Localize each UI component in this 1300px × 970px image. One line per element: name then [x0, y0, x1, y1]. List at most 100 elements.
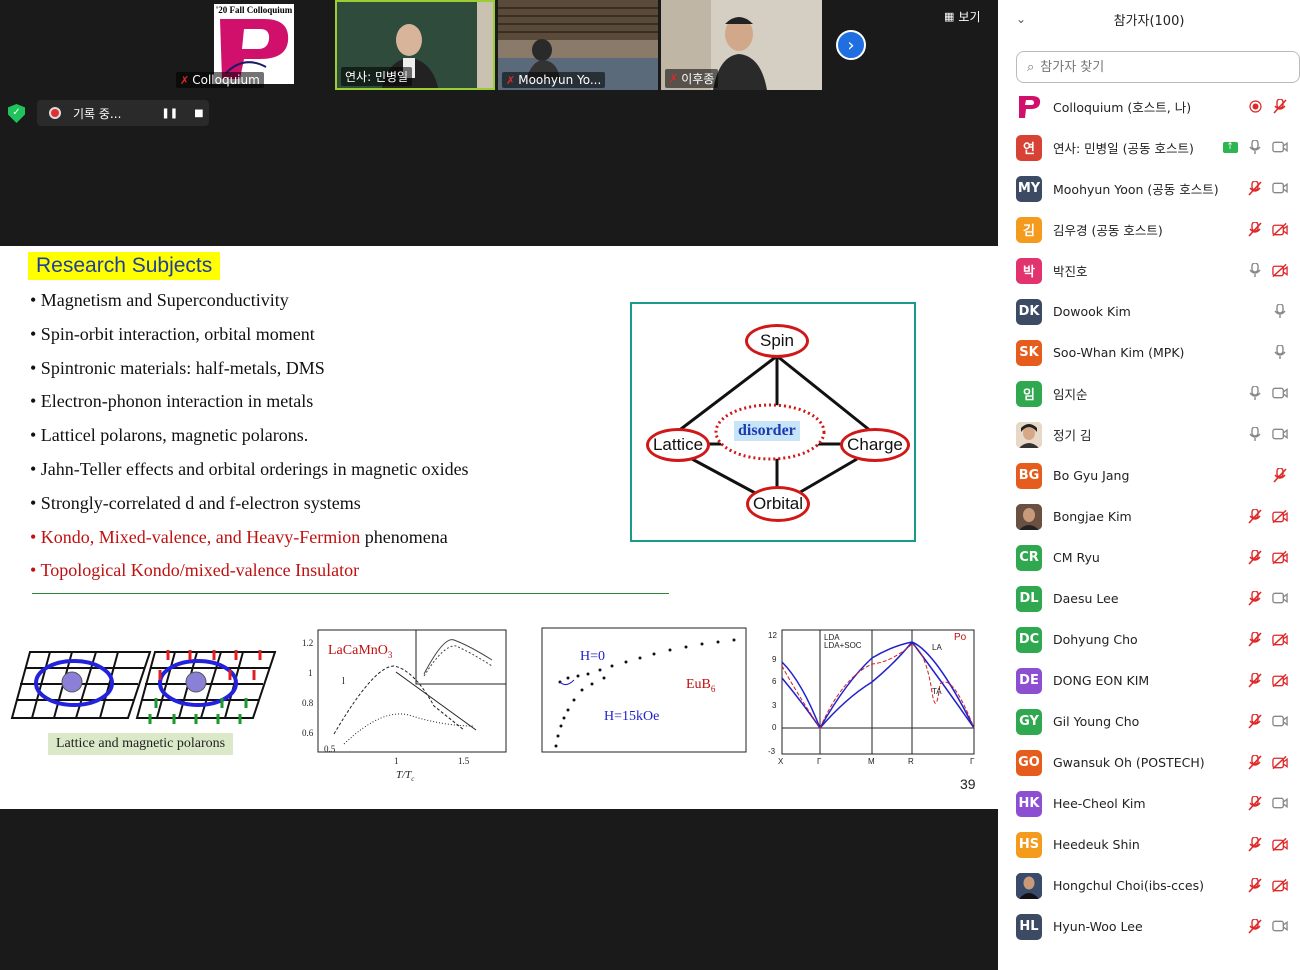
participant-row[interactable]: GO Gwansuk Oh (POSTECH) [998, 742, 1300, 783]
participant-row[interactable]: DL Daesu Lee [998, 578, 1300, 619]
participant-row[interactable]: Colloquium (호스트, 나) [998, 86, 1300, 127]
video-icon[interactable] [1272, 713, 1288, 729]
view-label: 보기 [958, 10, 981, 24]
mic-icon[interactable] [1247, 262, 1263, 278]
mic-icon[interactable] [1247, 385, 1263, 401]
mic-muted-icon[interactable] [1247, 221, 1263, 237]
fig3-xtick: Γ [817, 757, 822, 766]
participant-row[interactable]: HS Heedeuk Shin [998, 824, 1300, 865]
participant-name: 연사: 민병일 (공동 호스트) [1053, 141, 1194, 156]
participant-row[interactable]: Hongchul Choi(ibs-cces) [998, 865, 1300, 906]
participant-row[interactable]: 연 연사: 민병일 (공동 호스트) ↑ [998, 127, 1300, 168]
participant-row[interactable]: 김 김우경 (공동 호스트) [998, 209, 1300, 250]
video-off-icon[interactable] [1272, 508, 1288, 524]
spin-node: Spin [745, 324, 809, 358]
participant-name: DONG EON KIM [1053, 673, 1150, 688]
participant-row[interactable]: DE DONG EON KIM [998, 660, 1300, 701]
video-icon[interactable] [1272, 385, 1288, 401]
video-off-icon[interactable] [1272, 221, 1288, 237]
recording-indicator: 기록 중... ❚❚ ■ [37, 100, 209, 126]
bullet-item: • Strongly-correlated d and f-electron s… [30, 492, 361, 513]
participant-name: Moohyun Yoon (공동 호스트) [1053, 182, 1219, 197]
security-shield-icon[interactable]: ✓ [8, 104, 25, 123]
participant-row[interactable]: CR CM Ryu [998, 537, 1300, 578]
participant-row[interactable]: SK Soo-Whan Kim (MPK) [998, 332, 1300, 373]
mic-muted-icon[interactable] [1247, 508, 1263, 524]
video-tile-colloquium[interactable]: '20 Fall Colloquium ✗ Colloquium [172, 0, 332, 90]
stop-recording-icon[interactable]: ■ [194, 108, 203, 119]
participant-row[interactable]: 박 박진호 [998, 250, 1300, 291]
fig3-ytick: 6 [772, 677, 777, 686]
mic-muted-icon[interactable] [1247, 713, 1263, 729]
participant-row[interactable]: MY Moohyun Yoon (공동 호스트) [998, 168, 1300, 209]
meeting-area: '20 Fall Colloquium ✗ Colloquium 연사: 민병일 [0, 0, 998, 970]
mic-muted-icon[interactable] [1247, 631, 1263, 647]
mic-muted-icon[interactable] [1247, 754, 1263, 770]
video-icon[interactable] [1272, 918, 1288, 934]
video-off-icon[interactable] [1272, 877, 1288, 893]
view-button[interactable]: ▦ 보기 [944, 8, 981, 25]
participant-row[interactable]: DK Dowook Kim [998, 291, 1300, 332]
video-off-icon[interactable] [1272, 631, 1288, 647]
fig1-xtick: 1.5 [458, 756, 470, 766]
fig2-h0-label: H=0 [580, 649, 605, 664]
mic-muted-icon[interactable] [1272, 98, 1288, 114]
mic-muted-icon[interactable] [1247, 672, 1263, 688]
mic-icon[interactable] [1272, 303, 1288, 319]
charge-node: Charge [840, 428, 910, 462]
participant-row[interactable]: 임 임지순 [998, 373, 1300, 414]
participant-name: Gwansuk Oh (POSTECH) [1053, 755, 1205, 770]
tile-name-speaker: 연사: 민병일 [341, 67, 413, 86]
pause-recording-icon[interactable]: ❚❚ [161, 108, 178, 119]
video-off-icon[interactable] [1272, 836, 1288, 852]
grid-icon: ▦ [944, 10, 955, 23]
bullet-item-topological: • Topological Kondo/mixed-valence Insula… [30, 560, 360, 581]
mic-muted-icon[interactable] [1247, 795, 1263, 811]
share-icon: ↑ [1222, 139, 1238, 155]
video-icon[interactable] [1272, 180, 1288, 196]
video-icon[interactable] [1272, 139, 1288, 155]
mic-muted-icon[interactable] [1247, 590, 1263, 606]
participant-row[interactable]: DC Dohyung Cho [998, 619, 1300, 660]
mic-muted-icon[interactable] [1247, 180, 1263, 196]
mic-muted-icon[interactable] [1247, 549, 1263, 565]
video-off-icon[interactable] [1272, 262, 1288, 278]
mic-icon[interactable] [1247, 139, 1263, 155]
participant-row[interactable]: HL Hyun-Woo Lee [998, 906, 1300, 947]
participant-name: Dohyung Cho [1053, 632, 1138, 647]
mic-icon[interactable] [1247, 426, 1263, 442]
avatar: HS [1016, 831, 1042, 858]
video-off-icon[interactable] [1272, 754, 1288, 770]
video-icon[interactable] [1272, 590, 1288, 606]
video-off-icon[interactable] [1272, 672, 1288, 688]
video-tile-speaker[interactable]: 연사: 민병일 [335, 0, 495, 90]
video-tile-lee[interactable]: ✗ 이후종 [661, 0, 822, 90]
mic-muted-icon[interactable] [1247, 877, 1263, 893]
participant-search[interactable]: ⌕ [1016, 51, 1300, 83]
video-icon[interactable] [1272, 795, 1288, 811]
bullet-item-kondo: • Kondo, Mixed-valence, and Heavy-Fermio… [30, 526, 448, 547]
fig3-xtick: R [908, 757, 914, 766]
avatar: CR [1016, 544, 1042, 571]
next-page-button[interactable]: › [836, 30, 866, 60]
video-off-icon[interactable] [1272, 549, 1288, 565]
video-tile-moohyun[interactable]: ✗ Moohyun Yo... [498, 0, 658, 90]
meeting-toolbar[interactable] [0, 945, 998, 970]
record-icon[interactable] [1247, 98, 1263, 114]
chevron-down-icon[interactable]: ⌄ [1016, 12, 1026, 26]
participant-row[interactable]: HK Hee-Cheol Kim [998, 783, 1300, 824]
participant-row[interactable]: 정기 김 [998, 414, 1300, 455]
participant-row[interactable]: GY Gil Young Cho [998, 701, 1300, 742]
lacamno3-figure: LaCaMnO3 l 0.5 1 1.5 1.2 1 0.8 0.6 T/Tc [302, 629, 507, 783]
recording-label: 기록 중... [73, 106, 122, 121]
mic-muted-icon[interactable] [1247, 836, 1263, 852]
mic-muted-icon[interactable] [1272, 467, 1288, 483]
video-icon[interactable] [1272, 426, 1288, 442]
mic-muted-icon[interactable] [1247, 918, 1263, 934]
fig3-ytick: 0 [772, 723, 777, 732]
phonon-dispersion-figure: 12 9 6 3 0 -3 X Γ M R Γ LDA LDA+SOC TA L… [768, 629, 975, 766]
mic-icon[interactable] [1272, 344, 1288, 360]
search-input[interactable] [1040, 59, 1261, 75]
participant-row[interactable]: Bongjae Kim [998, 496, 1300, 537]
participant-row[interactable]: BG Bo Gyu Jang [998, 455, 1300, 496]
